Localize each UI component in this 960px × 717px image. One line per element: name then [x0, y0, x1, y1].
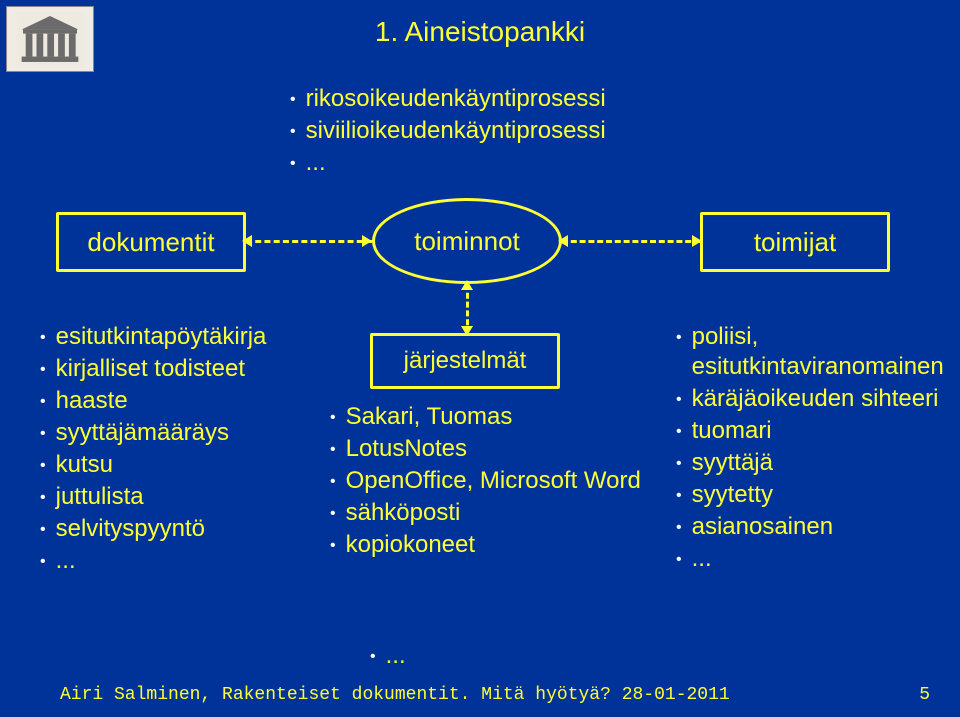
list-item: •OpenOffice, Microsoft Word	[330, 466, 650, 496]
arrowhead-icon	[242, 235, 252, 247]
list-item: •tuomari	[676, 416, 956, 446]
list-item: •...	[40, 546, 340, 576]
list-item: •kutsu	[40, 450, 340, 480]
footer-text: Airi Salminen, Rakenteiset dokumentit. M…	[60, 685, 730, 705]
list-item: •selvityspyyntö	[40, 514, 340, 544]
list-item: •...	[676, 544, 956, 574]
mid-bullet-list: •Sakari, Tuomas •LotusNotes •OpenOffice,…	[330, 400, 650, 562]
list-item: •juttulista	[40, 482, 340, 512]
arrowhead-icon	[558, 235, 568, 247]
mid-extra-ellipsis: •...	[370, 642, 406, 670]
list-item: •asianosainen	[676, 512, 956, 542]
right-bullet-list: •poliisi, esitutkintaviranomainen •käräj…	[676, 320, 956, 576]
list-item: •kopiokoneet	[330, 530, 650, 560]
list-item: •sähköposti	[330, 498, 650, 528]
node-toimijat: toimijat	[700, 212, 890, 272]
arrowhead-icon	[692, 235, 702, 247]
slide-title: 1. Aineistopankki	[0, 16, 960, 48]
footer: Airi Salminen, Rakenteiset dokumentit. M…	[0, 685, 960, 705]
list-item: •poliisi, esitutkintaviranomainen	[676, 322, 956, 382]
list-item: •rikosoikeudenkäyntiprosessi	[290, 84, 606, 114]
list-item: •haaste	[40, 386, 340, 416]
node-dokumentit: dokumentit	[56, 212, 246, 272]
arrowhead-icon	[461, 326, 473, 336]
list-item: •syytetty	[676, 480, 956, 510]
left-bullet-list: •esitutkintapöytäkirja •kirjalliset todi…	[40, 320, 340, 578]
list-item: •siviilioikeudenkäyntiprosessi	[290, 116, 606, 146]
list-item: •LotusNotes	[330, 434, 650, 464]
page-number: 5	[919, 685, 930, 705]
arrowhead-icon	[461, 280, 473, 290]
node-toiminnot: toiminnot	[372, 198, 562, 284]
node-jarjestelmat: järjestelmät	[370, 333, 560, 389]
connector-toiminnot-toimijat	[562, 240, 700, 243]
top-bullet-list: •rikosoikeudenkäyntiprosessi •siviilioik…	[290, 82, 606, 180]
list-item: •syyttäjämääräys	[40, 418, 340, 448]
list-item: •...	[290, 148, 606, 178]
list-item: •kirjalliset todisteet	[40, 354, 340, 384]
list-item: •syyttäjä	[676, 448, 956, 478]
arrowhead-icon	[362, 235, 372, 247]
list-item: •Sakari, Tuomas	[330, 402, 650, 432]
list-item: •esitutkintapöytäkirja	[40, 322, 340, 352]
list-item: •käräjäoikeuden sihteeri	[676, 384, 956, 414]
connector-dokumentit-toiminnot	[246, 240, 372, 243]
